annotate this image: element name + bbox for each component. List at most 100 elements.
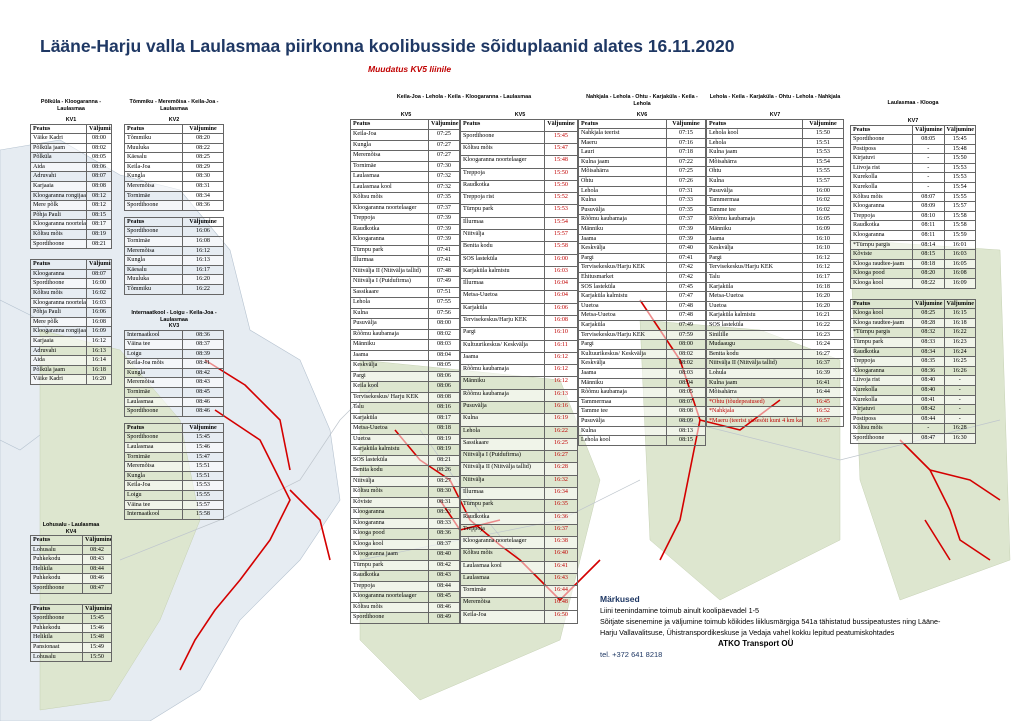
departure-time-cell: 08:39 <box>182 348 224 360</box>
stop-name-cell: Treppoja <box>350 580 429 592</box>
departure-time-cell: 08:34 <box>182 190 224 202</box>
departure-time-cell: 16:13 <box>86 345 112 357</box>
stop-name-cell: Treppoja <box>460 167 545 181</box>
stop-name-cell: Mere põlk <box>30 316 87 328</box>
table-row: Raudkotka 08:43 <box>350 570 460 582</box>
stop-name-cell: Spordihoone <box>30 238 87 250</box>
table-row: Treppoja 07:39 <box>350 213 460 225</box>
stop-name-cell: Tornimäe <box>124 387 183 398</box>
table-row: Mõisahärra 07:25 <box>578 166 706 178</box>
departure-time-cell: 16:00 <box>86 278 112 289</box>
departure-time-cell: - <box>943 404 976 415</box>
stop-name-cell: Kloogaranna jaam <box>350 549 429 561</box>
company-name: ATKO Transport OÜ <box>718 639 794 648</box>
departure-time-cell: 08:20 <box>182 133 224 144</box>
departure-time-cell: 08:20 <box>912 268 945 279</box>
departure-time-cell: 15:45 <box>544 130 578 145</box>
stop-name-cell: Kirjatuvi <box>850 153 913 164</box>
departure-time-cell: 08:30 <box>182 171 224 183</box>
kv7-col-dep: Väljumine <box>802 118 844 130</box>
stop-name-cell: Sassikaare <box>350 286 429 298</box>
departure-time-cell: 08:22 <box>912 278 945 289</box>
kv2-col-dep: Väljumine <box>182 123 224 135</box>
stop-name-cell: Aida <box>30 355 87 366</box>
notes-line-1: Liini teenindamine toimub ainult koolipä… <box>600 606 760 615</box>
departure-time-cell: 16:13 <box>544 388 578 402</box>
departure-time-cell: 16:02 <box>802 195 844 206</box>
stop-name-cell: Kõltsu mõis <box>850 423 913 434</box>
departure-time-cell: 08:06 <box>428 381 460 393</box>
departure-time-cell: 15:55 <box>182 490 224 501</box>
stop-name-cell: Spordihoone <box>30 613 83 624</box>
table-row: Puhkekodu 15:46 <box>30 622 112 634</box>
departure-time-cell: 16:19 <box>544 413 578 427</box>
stop-name-cell: Kurekolla <box>850 172 913 184</box>
table-row: Postiposs -15:48 <box>850 143 976 155</box>
table-row: Tõmmiku 16:22 <box>124 284 224 295</box>
stop-name-cell: Keila-Joa <box>124 161 183 173</box>
table-row: Põlküla 08:05 <box>30 152 112 163</box>
kv6-block: Nahkjala - Lehola - Ohtu - Karjaküla - K… <box>578 94 706 446</box>
departure-time-cell: - <box>912 143 945 155</box>
departure-time-cell: 08:42 <box>428 559 460 571</box>
departure-time-cell: 16:23 <box>802 329 844 341</box>
stop-name-cell: Pusuvälja <box>350 318 429 330</box>
stop-name-cell: Laulasmaa <box>124 396 183 408</box>
stop-name-cell: Tervisekeskus/Harju KEK <box>706 262 803 273</box>
departure-time-cell: 16:36 <box>544 511 578 525</box>
stop-name-cell: Keskvälja <box>578 358 667 369</box>
departure-time-cell: 15:57 <box>943 201 976 212</box>
departure-time-cell: 08:19 <box>428 433 460 445</box>
table-row: Kõltsu mõis 08:30 <box>350 486 460 498</box>
departure-time-cell: 08:31 <box>182 181 224 192</box>
kv3-route: Internaatkool - Loigu - Keila-Joa - Laul… <box>131 310 217 323</box>
stop-name-cell: Klooga raudtee-jaam <box>850 317 913 329</box>
table-row: Meremõisa 15:51 <box>124 461 224 472</box>
stop-name-cell: Kungla <box>124 367 183 379</box>
table-row: Illurmaa 16:04 <box>460 278 578 292</box>
stop-name-cell: Klooga pood <box>850 268 913 279</box>
departure-time-cell: 15:53 <box>802 147 844 158</box>
kv1-return-col-dep: Väljumine <box>86 259 112 270</box>
kv5-route: Keila-Joa - Lehola - Keila - Kloogaranna… <box>396 94 532 100</box>
departure-time-cell: 16:16 <box>544 400 578 415</box>
table-row: Lohula 16:39 <box>706 367 844 379</box>
stop-name-cell: Käesalu <box>124 152 183 163</box>
table-row: Spordihoone 15:45 <box>30 613 112 624</box>
table-row: Rõõmu kaubamaja 08:02 <box>350 328 460 340</box>
departure-time-cell: 16:44 <box>544 585 578 599</box>
departure-time-cell: 16:27 <box>802 348 844 360</box>
departure-time-cell: 07:32 <box>428 181 460 193</box>
kv8-return-table: Peatus Väljumine Väljumine Klooga kool 08:2… <box>850 298 976 444</box>
table-row: Lehola 07:31 <box>578 185 706 197</box>
stop-name-cell: Keila-Joa mõis <box>124 358 183 369</box>
stop-name-cell: Treppoja rist <box>460 192 545 206</box>
departure-time-cell: 07:27 <box>428 139 460 151</box>
stop-name-cell: Rõõmu kaubamaja <box>706 214 803 226</box>
departure-time-cell: 15:57 <box>544 229 578 243</box>
kv3-block: Internaatkool - Loigu - Keila-Joa - Laul… <box>124 310 224 520</box>
stop-name-cell: Põlküla jaam <box>30 142 87 154</box>
table-row: Klooga kool 08:37 <box>350 538 460 550</box>
departure-time-cell: - <box>943 413 976 425</box>
stop-name-cell: Spordihoone <box>124 200 183 211</box>
kv7-route: Lehola - Keila - Karjaküla - Ohtu - Leho… <box>709 94 841 100</box>
table-row: Keila-Joa 16:50 <box>460 609 578 624</box>
departure-time-cell: 16:34 <box>544 486 578 501</box>
table-row: Rõõmu kaubamaja 16:05 <box>706 214 844 226</box>
stop-name-cell: Meremõisa <box>460 597 545 611</box>
table-row: Kloogaranna noortelaager08:17 <box>30 219 112 231</box>
table-row: Pusuvälja 07:35 <box>578 204 706 216</box>
stop-name-cell: *Türnpu pargis <box>850 239 913 251</box>
departure-time-cell: 16:00 <box>802 185 844 197</box>
table-row: Mere põlk 16:08 <box>30 316 112 328</box>
table-row: Mudaaugu 16:24 <box>706 339 844 350</box>
table-row: Kulna 15:57 <box>706 176 844 187</box>
stop-name-cell: Kloogaranna noortelaager <box>30 297 87 309</box>
table-row: Spordihoone 08:49 <box>350 612 460 624</box>
table-row: Lehola kool 15:50 <box>706 128 844 139</box>
kv5-table: Peatus Väljumine Keila-Joa 07:25 Kungla 07:2… <box>350 118 460 624</box>
stop-name-cell: Liivoja rist <box>850 375 913 386</box>
table-row: Meremõisa 07:27 <box>350 150 460 162</box>
departure-time-cell: 16:10 <box>802 243 844 254</box>
